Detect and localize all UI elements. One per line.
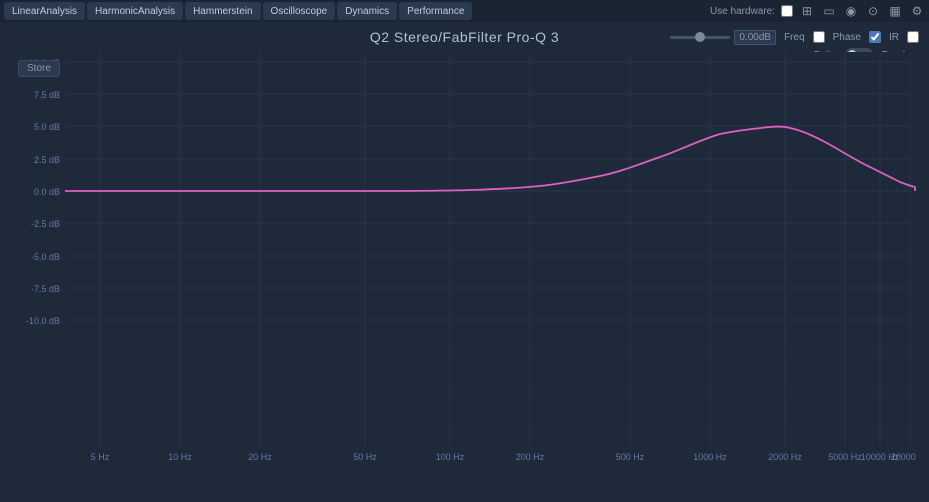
gain-slider[interactable]: [670, 36, 730, 39]
hw-icon-5[interactable]: ▦: [887, 3, 903, 19]
gain-slider-container: 0.00dB: [670, 30, 776, 45]
svg-text:10 Hz: 10 Hz: [168, 452, 192, 462]
svg-text:20000 Hz: 20000 Hz: [891, 452, 919, 462]
hw-icon-4[interactable]: ⊙: [865, 3, 881, 19]
svg-text:200 Hz: 200 Hz: [516, 452, 545, 462]
freq-label: Freq: [784, 32, 805, 43]
tab-harmonic-analysis[interactable]: HarmonicAnalysis: [87, 2, 183, 20]
title-bar: Q2 Stereo/FabFilter Pro-Q 3 0.00dB Freq …: [0, 22, 929, 52]
tab-dynamics[interactable]: Dynamics: [337, 2, 397, 20]
hardware-checkbox[interactable]: [781, 5, 793, 17]
tab-hammerstein[interactable]: Hammerstein: [185, 2, 260, 20]
tab-oscilloscope[interactable]: Oscilloscope: [263, 2, 336, 20]
svg-text:0.0 dB: 0.0 dB: [34, 187, 60, 197]
title-controls: 0.00dB Freq Phase IR: [670, 30, 919, 45]
svg-text:50 Hz: 50 Hz: [353, 452, 377, 462]
eq-chart: 10.0 dB 7.5 dB 5.0 dB 2.5 dB 0.0 dB -2.5…: [10, 52, 919, 462]
hw-icon-2[interactable]: ▭: [821, 3, 837, 19]
svg-text:5.0 dB: 5.0 dB: [34, 122, 60, 132]
phase-checkbox[interactable]: [869, 31, 881, 43]
gain-slider-thumb: [695, 32, 705, 42]
hw-icon-gear[interactable]: ⚙: [909, 3, 925, 19]
svg-text:5 Hz: 5 Hz: [91, 452, 110, 462]
svg-text:5000 Hz: 5000 Hz: [828, 452, 862, 462]
hw-icon-3[interactable]: ◉: [843, 3, 859, 19]
svg-text:20 Hz: 20 Hz: [248, 452, 272, 462]
svg-text:2.5 dB: 2.5 dB: [34, 155, 60, 165]
chart-wrapper: Store: [10, 52, 919, 462]
svg-text:2000 Hz: 2000 Hz: [768, 452, 802, 462]
svg-text:-10.0 dB: -10.0 dB: [26, 316, 60, 326]
store-button[interactable]: Store: [18, 60, 60, 77]
use-hardware-label: Use hardware:: [710, 6, 775, 17]
plugin-title: Q2 Stereo/FabFilter Pro-Q 3: [370, 29, 559, 45]
svg-text:-7.5 dB: -7.5 dB: [31, 284, 60, 294]
svg-text:-2.5 dB: -2.5 dB: [31, 219, 60, 229]
tab-linear-analysis[interactable]: LinearAnalysis: [4, 2, 85, 20]
svg-text:100 Hz: 100 Hz: [436, 452, 465, 462]
phase-label: Phase: [833, 32, 861, 43]
ir-checkbox[interactable]: [907, 31, 919, 43]
svg-text:1000 Hz: 1000 Hz: [693, 452, 727, 462]
ir-label: IR: [889, 32, 899, 43]
hardware-controls: Use hardware: ⊞ ▭ ◉ ⊙ ▦ ⚙: [710, 3, 925, 19]
hw-icon-1[interactable]: ⊞: [799, 3, 815, 19]
chart-area: Store: [10, 52, 919, 502]
svg-text:7.5 dB: 7.5 dB: [34, 90, 60, 100]
gain-value: 0.00dB: [734, 30, 776, 45]
tab-performance[interactable]: Performance: [399, 2, 472, 20]
top-nav: LinearAnalysis HarmonicAnalysis Hammerst…: [0, 0, 929, 22]
svg-text:-5.0 dB: -5.0 dB: [31, 252, 60, 262]
main-content: Q2 Stereo/FabFilter Pro-Q 3 0.00dB Freq …: [0, 22, 929, 502]
freq-checkbox[interactable]: [813, 31, 825, 43]
svg-text:500 Hz: 500 Hz: [616, 452, 645, 462]
